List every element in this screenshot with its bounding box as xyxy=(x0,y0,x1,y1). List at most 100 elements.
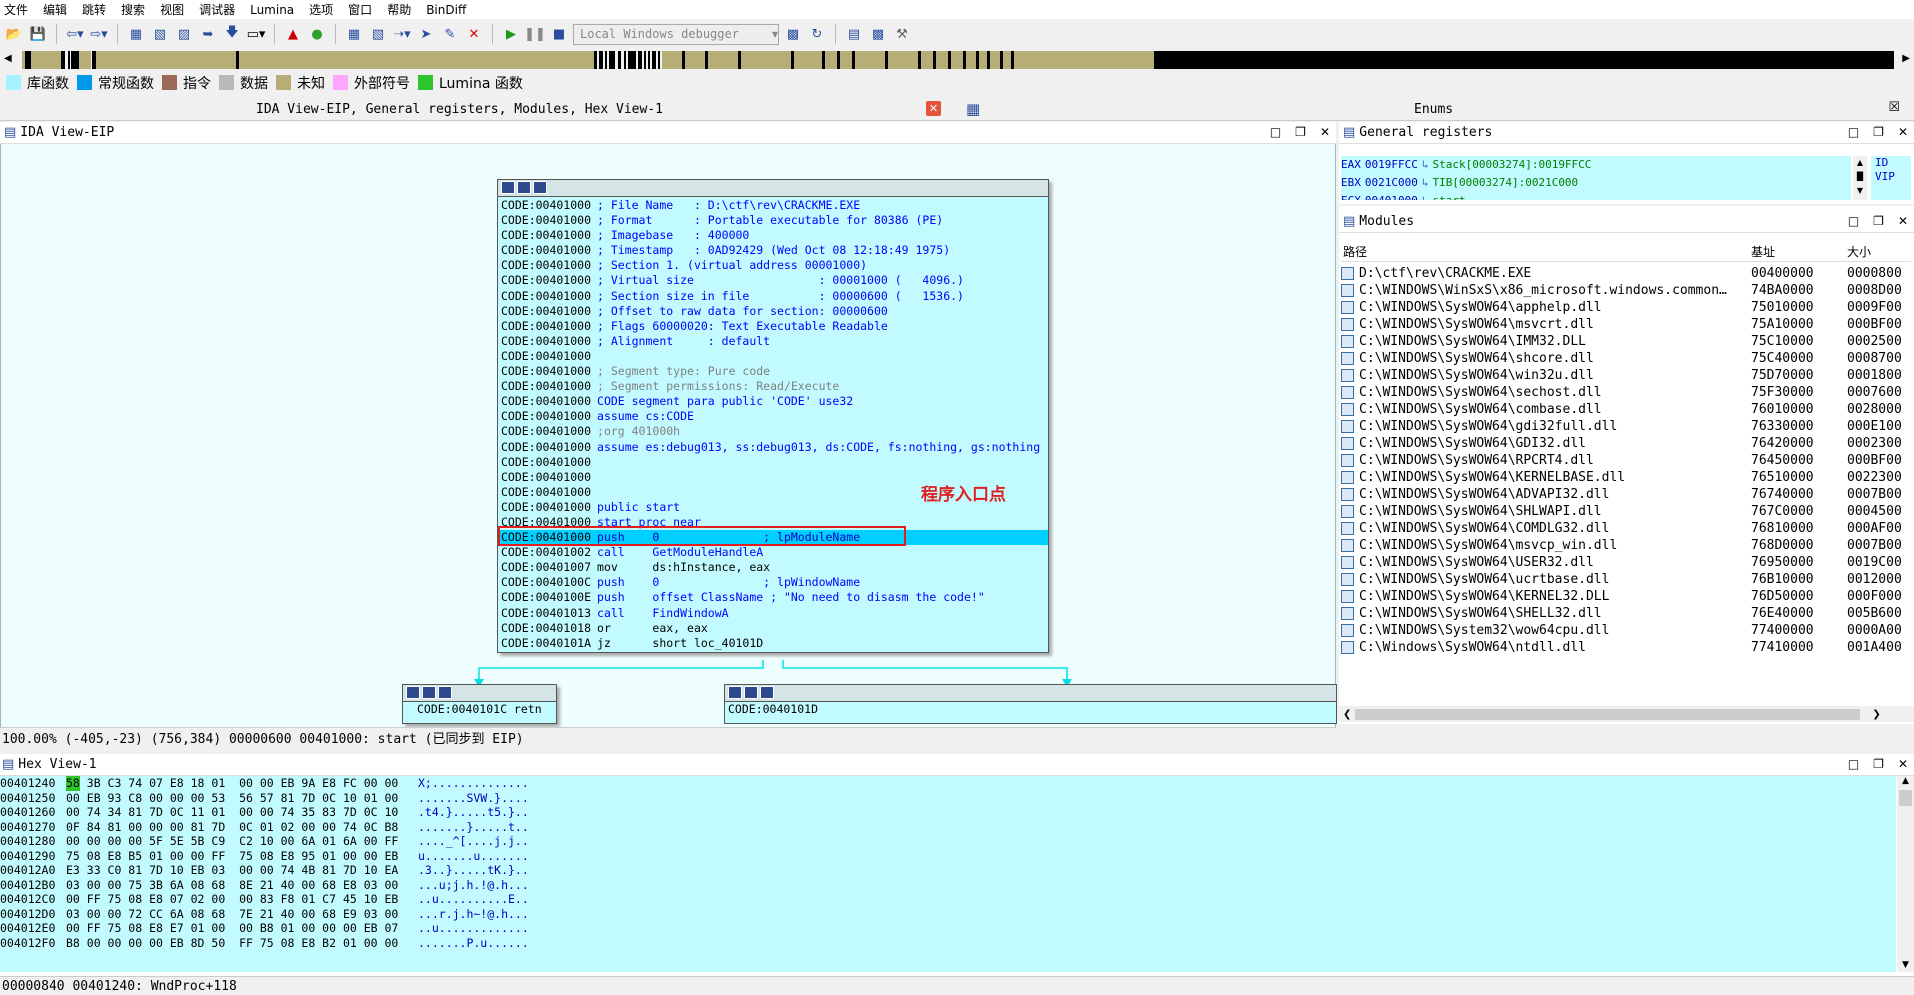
asm-line[interactable]: CODE:00401000 ; Imagebase : 400000 xyxy=(498,228,1048,243)
stop-icon[interactable]: ■ xyxy=(549,24,569,44)
menu-item-7[interactable]: 选项 xyxy=(309,1,333,18)
asm-line[interactable]: CODE:00401002 call GetModuleHandleA xyxy=(498,545,1048,560)
module-row[interactable]: C:\WINDOWS\SysWOW64\msvcp_win.dll 768D000… xyxy=(1341,537,1911,554)
asm-line[interactable]: CODE:0040100C push 0 ; lpWindowName xyxy=(498,575,1048,590)
close-icon[interactable]: ✕ xyxy=(1320,125,1330,139)
scroll-down-icon[interactable]: ▼ xyxy=(1897,960,1914,970)
text-mode-icon[interactable]: ▭▾ xyxy=(246,24,266,44)
module-row[interactable]: C:\WINDOWS\SysWOW64\GDI32.dll 76420000 000… xyxy=(1341,435,1911,452)
asm-line[interactable]: CODE:00401000 ;org 401000h xyxy=(498,424,1048,439)
module-row[interactable]: C:\WINDOWS\SysWOW64\ucrtbase.dll 76B10000… xyxy=(1341,571,1911,588)
graph-node-loc-40101d[interactable]: CODE:0040101D xyxy=(724,684,1337,724)
module-row[interactable]: C:\WINDOWS\SysWOW64\msvcrt.dll 75A10000 00… xyxy=(1341,316,1911,333)
pause-icon[interactable]: ❚❚ xyxy=(524,24,546,44)
restore-icon[interactable]: ❐ xyxy=(1295,125,1306,139)
asm-line[interactable]: CODE:00401000 xyxy=(498,455,1048,470)
jump-icon[interactable]: ➥ xyxy=(198,24,218,44)
module-row[interactable]: C:\WINDOWS\System32\wow64cpu.dll 77400000… xyxy=(1341,622,1911,639)
asm-line[interactable]: CODE:00401000 ; Segment permissions: Read… xyxy=(498,379,1048,394)
hex-row[interactable]: 004012B0 03 00 00 75 3B 6A 08 68 8E 21 40… xyxy=(0,878,1896,893)
add-breakpoint-icon[interactable]: ▧ xyxy=(368,24,388,44)
node-rename-icon[interactable] xyxy=(744,686,758,699)
hex-row[interactable]: 00401280 00 00 00 00 5F 5E 5B C9 C2 10 00… xyxy=(0,834,1896,849)
asm-line[interactable]: CODE:00401000 ; Virtual size : 00001000 (… xyxy=(498,273,1048,288)
menu-item-2[interactable]: 跳转 xyxy=(82,1,106,18)
play-icon[interactable]: ▶ xyxy=(501,24,521,44)
hex-dump[interactable]: 00401240 58 3B C3 74 07 E8 18 01 00 00 EB… xyxy=(0,776,1896,972)
down-arrow-icon[interactable]: 🡇 xyxy=(222,24,242,44)
module-row[interactable]: C:\Windows\SysWOW64\ntdll.dll 77410000 001… xyxy=(1341,639,1911,656)
nav-right-arrow-icon[interactable]: ▶ xyxy=(1902,53,1910,64)
search-immediate-icon[interactable]: ▨ xyxy=(174,24,194,44)
register-row[interactable]: EAX 0019FFCC ↳ Stack[00003274]:0019FFCC xyxy=(1341,156,1851,174)
asm-line[interactable]: CODE:0040100E push offset ClassName ; "No… xyxy=(498,590,1048,605)
minimize-icon[interactable]: □ xyxy=(1848,125,1859,139)
module-row[interactable]: C:\WINDOWS\SysWOW64\KERNEL32.DLL 76D50000… xyxy=(1341,588,1911,605)
node-color-icon[interactable] xyxy=(406,686,420,699)
asm-line[interactable]: CODE:00401000 ; Timestamp : 0AD92429 (Wed… xyxy=(498,243,1048,258)
graph-icon[interactable]: ▲ xyxy=(283,24,303,44)
close-icon[interactable]: ✕ xyxy=(1898,125,1908,139)
module-row[interactable]: D:\ctf\rev\CRACKME.EXE 00400000 0000800 xyxy=(1341,265,1911,282)
modules-header-size[interactable]: 大小 xyxy=(1847,243,1907,260)
asm-line[interactable]: CODE:00401007 mov ds:hInstance, eax xyxy=(498,560,1048,575)
hex-row[interactable]: 004012D0 03 00 00 72 CC 6A 08 68 7E 21 40… xyxy=(0,907,1896,922)
graph-node-start[interactable]: CODE:00401000 ; File Name : D:\ctf\rev\CR… xyxy=(497,179,1049,653)
asm-line[interactable]: CODE:00401000 ; Flags 60000020: Text Exec… xyxy=(498,319,1048,334)
registers-scrollbar[interactable]: ▲ █ ▼ xyxy=(1853,156,1867,200)
minimize-icon[interactable]: □ xyxy=(1848,757,1859,771)
forward-arrow-icon[interactable]: ⇨▾ xyxy=(89,24,109,44)
module-row[interactable]: C:\WINDOWS\SysWOW64\IMM32.DLL 75C10000 000… xyxy=(1341,333,1911,350)
scroll-right-icon[interactable]: ❯ xyxy=(1872,709,1880,720)
module-row[interactable]: C:\WINDOWS\SysWOW64\apphelp.dll 75010000 0… xyxy=(1341,299,1911,316)
restore-icon[interactable]: ❐ xyxy=(1873,125,1884,139)
hex-row[interactable]: 004012A0 E3 33 C0 81 7D 10 EB 03 00 00 74… xyxy=(0,863,1896,878)
hex-row[interactable]: 004012F0 B8 00 00 00 00 EB 8D 50 FF 75 08… xyxy=(0,936,1896,951)
menu-item-4[interactable]: 视图 xyxy=(160,1,184,18)
asm-line[interactable]: CODE:00401013 call FindWindowA xyxy=(498,606,1048,621)
asm-line[interactable]: CODE:00401000 ; Segment type: Pure code xyxy=(498,364,1048,379)
hex-row[interactable]: 00401240 58 3B C3 74 07 E8 18 01 00 00 EB… xyxy=(0,776,1896,791)
tab-main-label[interactable]: IDA View-EIP, General registers, Modules… xyxy=(256,102,663,117)
menu-item-0[interactable]: 文件 xyxy=(4,1,28,18)
scroll-thumb[interactable] xyxy=(1355,708,1861,720)
asm-line[interactable]: CODE:00401000 assume cs:CODE xyxy=(498,409,1048,424)
green-circle-icon[interactable]: ● xyxy=(307,24,327,44)
ida-view-graph[interactable]: CODE:00401000 ; File Name : D:\ctf\rev\CR… xyxy=(0,122,1337,746)
refresh-icon[interactable]: ↻ xyxy=(807,24,827,44)
navigation-band[interactable]: ◀ ▶ xyxy=(0,49,1914,71)
close-icon[interactable]: ✕ xyxy=(1898,757,1908,771)
node-group-icon[interactable] xyxy=(438,686,452,699)
save-icon[interactable]: 💾 xyxy=(28,24,48,44)
enums-tab-icon[interactable]: ▦ xyxy=(966,100,980,118)
module-row[interactable]: C:\WINDOWS\SysWOW64\win32u.dll 75D70000 00… xyxy=(1341,367,1911,384)
menu-item-9[interactable]: 帮助 xyxy=(387,1,411,18)
module-row[interactable]: C:\WINDOWS\SysWOW64\sechost.dll 75F30000 0… xyxy=(1341,384,1911,401)
modules-hscrollbar[interactable]: ❮ ❯ xyxy=(1339,706,1914,722)
menu-item-10[interactable]: BinDiff xyxy=(426,3,466,17)
menu-item-8[interactable]: 窗口 xyxy=(348,1,372,18)
node-color-icon[interactable] xyxy=(728,686,742,699)
module-row[interactable]: C:\WINDOWS\SysWOW64\SHLWAPI.dll 767C0000 0… xyxy=(1341,503,1911,520)
asm-line[interactable]: CODE:00401000 xyxy=(498,349,1048,364)
hex-row[interactable]: 004012E0 00 FF 75 08 E8 E7 01 00 00 B8 01… xyxy=(0,921,1896,936)
breakpoint-list-icon[interactable]: ▦ xyxy=(344,24,364,44)
asm-line[interactable]: CODE:00401000 ; File Name : D:\ctf\rev\CR… xyxy=(498,198,1048,213)
asm-line[interactable]: CODE:00401000 ; Offset to raw data for se… xyxy=(498,304,1048,319)
module-row[interactable]: C:\WINDOWS\SysWOW64\COMDLG32.dll 76810000… xyxy=(1341,520,1911,537)
close-x-icon[interactable]: ✕ xyxy=(464,24,484,44)
asm-line[interactable]: CODE:00401000 ; Section 1. (virtual addre… xyxy=(498,258,1048,273)
scroll-left-icon[interactable]: ❮ xyxy=(1343,709,1351,720)
node-rename-icon[interactable] xyxy=(517,181,531,194)
module-row[interactable]: C:\WINDOWS\SysWOW64\ADVAPI32.dll 76740000… xyxy=(1341,486,1911,503)
back-arrow-icon[interactable]: ⇦▾ xyxy=(65,24,85,44)
module-row[interactable]: C:\WINDOWS\SysWOW64\KERNELBASE.dll 765100… xyxy=(1341,469,1911,486)
hex-row[interactable]: 00401270 0F 84 81 00 00 00 81 7D 0C 01 02… xyxy=(0,820,1896,835)
asm-line[interactable]: CODE:00401000 CODE segment para public 'C… xyxy=(498,394,1048,409)
scroll-up-icon[interactable]: ▲ xyxy=(1897,776,1914,786)
debugger-select[interactable]: Local Windows debugger ▾ xyxy=(573,23,779,45)
trace-icon[interactable]: ➤ xyxy=(416,24,436,44)
module-row[interactable]: C:\WINDOWS\SysWOW64\USER32.dll 76950000 00… xyxy=(1341,554,1911,571)
hex-scrollbar[interactable]: ▲ ▼ xyxy=(1897,776,1914,972)
restore-icon[interactable]: ❐ xyxy=(1873,757,1884,771)
